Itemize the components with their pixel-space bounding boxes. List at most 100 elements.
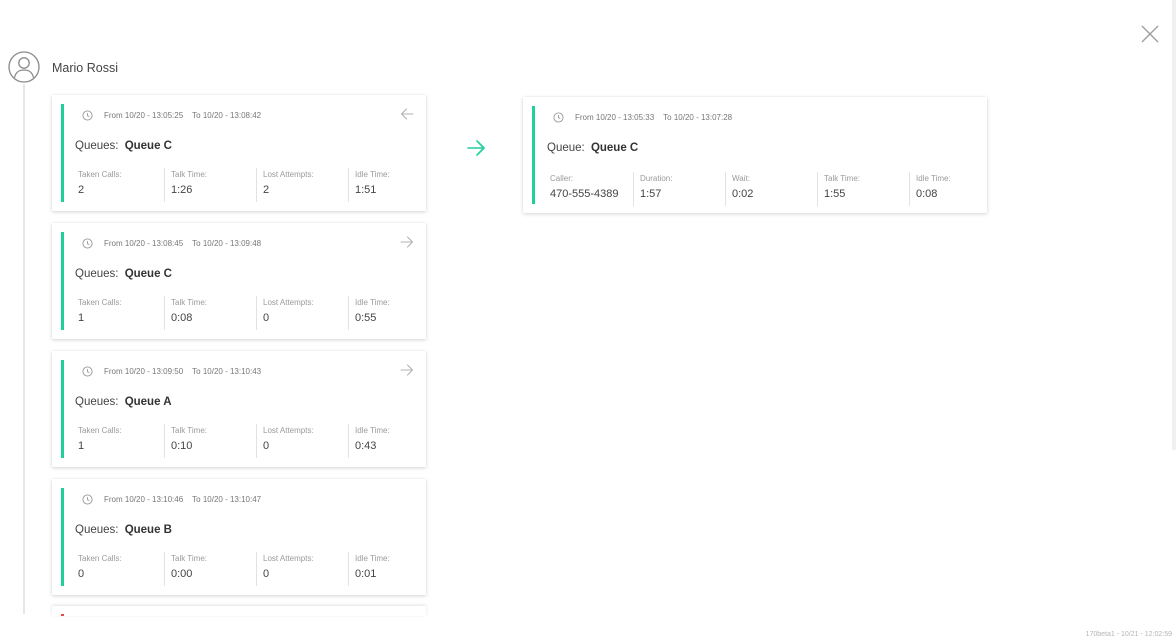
stat-label: Caller: (550, 174, 574, 183)
session-card-partial[interactable] (52, 606, 426, 616)
session-stats: Taken Calls: 2 Talk Time: 1:26 Lost Atte… (72, 168, 440, 202)
stat-taken-calls: Taken Calls: 0 (72, 552, 164, 586)
stat-label: Taken Calls: (78, 554, 122, 563)
queue-name: Queue C (590, 142, 639, 154)
clock-icon (82, 366, 93, 377)
queue-name: Queue C (124, 268, 172, 280)
stat-value: 0 (263, 312, 270, 324)
stat-label: Wait: (732, 174, 750, 183)
stat-label: Idle Time: (355, 298, 390, 307)
stat-label: Idle Time: (355, 426, 390, 435)
queue-name: Queue C (124, 140, 172, 152)
time-from: From 10/20 - 13:09:50 (104, 367, 184, 376)
close-button[interactable] (1138, 22, 1162, 46)
stat-value: 1 (78, 312, 85, 324)
stat-label: Lost Attempts: (263, 426, 314, 435)
card-accent-bar (61, 360, 64, 458)
stat-label: Talk Time: (824, 174, 861, 183)
time-range: From 10/20 - 13:10:46 To 10/20 - 13:10:4… (82, 494, 261, 505)
stat-value: 0:08 (171, 312, 193, 324)
stat-talk-time: Talk Time: 0:08 (164, 296, 256, 330)
call-detail-card: From 10/20 - 13:05:33 To 10/20 - 13:07:2… (523, 97, 987, 213)
stat-value: 0 (263, 440, 270, 452)
stat-taken-calls: Taken Calls: 1 (72, 296, 164, 330)
session-card[interactable]: From 10/20 - 13:10:46 To 10/20 - 13:10:4… (52, 479, 426, 595)
time-to: To 10/20 - 13:10:43 (192, 367, 262, 376)
time-range: From 10/20 - 13:05:33 To 10/20 - 13:07:2… (553, 112, 732, 123)
stat-talk-time: Talk Time: 0:10 (164, 424, 256, 458)
stat-value: 0 (263, 568, 270, 580)
stat-caller: Caller: 470-555-4389 (544, 172, 633, 206)
stat-value: 0:00 (171, 568, 193, 580)
time-range: From 10/20 - 13:08:45 To 10/20 - 13:09:4… (82, 238, 261, 249)
stat-label: Lost Attempts: (263, 298, 314, 307)
time-from: From 10/20 - 13:08:45 (104, 239, 184, 248)
clock-icon (553, 112, 564, 123)
queue-line: Queues: Queue C (75, 268, 172, 280)
session-stats: Taken Calls: 1 Talk Time: 0:08 Lost Atte… (72, 296, 440, 330)
stat-lost-attempts: Lost Attempts: 0 (256, 296, 348, 330)
arrow-left-icon[interactable] (400, 107, 414, 121)
stat-value: 2 (263, 184, 270, 196)
card-accent-bar (532, 106, 535, 204)
card-accent-bar (61, 232, 64, 330)
stat-label: Duration: (640, 174, 673, 183)
queue-label: Queues: (75, 524, 119, 536)
time-to: To 10/20 - 13:08:42 (192, 111, 262, 120)
version-footer: 170beta1 - 10/21 - 12:02:59 (1085, 631, 1172, 638)
stat-label: Talk Time: (171, 170, 208, 179)
time-to: To 10/20 - 13:09:48 (192, 239, 262, 248)
stat-value: 0:01 (355, 568, 377, 580)
stat-lost-attempts: Lost Attempts: 2 (256, 168, 348, 202)
stat-idle-time: Idle Time: 0:55 (348, 296, 440, 330)
session-card[interactable]: From 10/20 - 13:08:45 To 10/20 - 13:09:4… (52, 223, 426, 339)
time-from: From 10/20 - 13:10:46 (104, 495, 184, 504)
stat-idle-time: Idle Time: 0:43 (348, 424, 440, 458)
stat-value: 0 (78, 568, 85, 580)
queue-label: Queues: (75, 268, 119, 280)
card-accent-bar (61, 488, 64, 586)
time-to: To 10/20 - 13:10:47 (192, 495, 262, 504)
time-from: From 10/20 - 13:05:33 (575, 113, 655, 122)
card-accent-bar (61, 104, 64, 202)
stat-value: 0:02 (732, 188, 754, 200)
user-circle-icon (8, 51, 40, 83)
close-icon (1141, 25, 1159, 43)
stat-value: 0:55 (355, 312, 377, 324)
queue-line: Queues: Queue C (75, 140, 172, 152)
time-from: From 10/20 - 13:05:25 (104, 111, 184, 120)
stat-idle-time: Idle Time: 0:08 (909, 172, 1001, 206)
stat-value: 470-555-4389 (550, 188, 619, 200)
stat-talk-time: Talk Time: 0:00 (164, 552, 256, 586)
stat-talk-time: Talk Time: 1:55 (817, 172, 909, 206)
clock-icon (82, 494, 93, 505)
stat-taken-calls: Taken Calls: 1 (72, 424, 164, 458)
queue-label: Queue: (547, 142, 585, 154)
stat-value: 1:55 (824, 188, 846, 200)
session-card[interactable]: From 10/20 - 13:05:25 To 10/20 - 13:08:4… (52, 95, 426, 211)
queue-label: Queues: (75, 140, 119, 152)
stat-talk-time: Talk Time: 1:26 (164, 168, 256, 202)
stat-label: Taken Calls: (78, 426, 122, 435)
queue-name: Queue A (124, 396, 172, 408)
session-card[interactable]: From 10/20 - 13:09:50 To 10/20 - 13:10:4… (52, 351, 426, 467)
queue-line: Queue: Queue C (547, 142, 638, 154)
stat-lost-attempts: Lost Attempts: 0 (256, 424, 348, 458)
queue-line: Queues: Queue A (75, 396, 172, 408)
time-to: To 10/20 - 13:07:28 (663, 113, 733, 122)
arrow-right-icon[interactable] (400, 363, 414, 377)
stat-value: 0:08 (916, 188, 938, 200)
stat-label: Talk Time: (171, 426, 208, 435)
stat-idle-time: Idle Time: 0:01 (348, 552, 440, 586)
stat-value: 1 (78, 440, 85, 452)
stat-idle-time: Idle Time: 1:51 (348, 168, 440, 202)
time-range: From 10/20 - 13:05:25 To 10/20 - 13:08:4… (82, 110, 261, 121)
arrow-right-icon[interactable] (400, 235, 414, 249)
card-accent-bar (61, 614, 64, 616)
queue-line: Queues: Queue B (75, 524, 172, 536)
stat-label: Taken Calls: (78, 298, 122, 307)
scrollbar-track[interactable] (1172, 0, 1176, 450)
stat-label: Lost Attempts: (263, 554, 314, 563)
stat-value: 1:26 (171, 184, 193, 196)
stat-value: 1:51 (355, 184, 377, 196)
